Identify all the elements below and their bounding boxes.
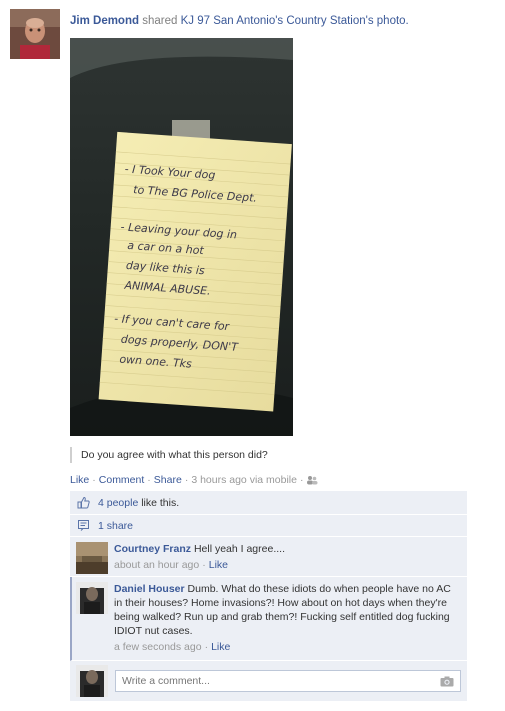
separator-dot: · (92, 474, 96, 486)
shares-link[interactable]: 1 share (98, 520, 133, 532)
comment-author-link[interactable]: Daniel Houser (114, 583, 185, 595)
commenter-avatar[interactable] (76, 582, 108, 614)
comment-link[interactable]: Comment (99, 474, 145, 486)
like-link[interactable]: Like (70, 474, 89, 486)
comment-timestamp[interactable]: about an hour ago (114, 559, 199, 571)
story-verb: shared (142, 15, 178, 27)
story-actor-avatar[interactable] (10, 9, 60, 59)
comment-input[interactable]: Write a comment... (115, 670, 461, 692)
comment-item: Courtney Franz Hell yeah I agree.... abo… (70, 537, 467, 577)
separator-dot: · (299, 474, 304, 486)
separator-dot: · (202, 559, 206, 571)
comment-input-placeholder: Write a comment... (122, 675, 210, 687)
likes-row: 4 people like this. (70, 491, 467, 515)
story-header: Jim Demond shared KJ 97 San Antonio's Co… (70, 14, 409, 28)
comment-item: Daniel Houser Dumb. What do these idiots… (70, 577, 467, 661)
feedback-box: 4 people like this. 1 share Courtney Fra… (70, 491, 467, 701)
share-icon (76, 519, 90, 533)
audience-friends-icon[interactable] (306, 475, 318, 485)
photo-caption: Do you agree with what this person did? (70, 447, 268, 463)
story-object-link[interactable]: 's photo. (366, 15, 409, 27)
story-timestamp[interactable]: 3 hours ago via mobile (191, 474, 297, 486)
separator-dot: · (147, 474, 151, 486)
comment-composer: Write a comment... (70, 661, 467, 701)
likers-link[interactable]: 4 people (98, 497, 138, 509)
comment-text: Hell yeah I agree.... (193, 543, 285, 555)
separator-dot: · (184, 474, 189, 486)
comment-timestamp[interactable]: a few seconds ago (114, 641, 202, 653)
shares-row: 1 share (70, 515, 467, 537)
story-actions: Like · Comment · Share · 3 hours ago via… (70, 474, 318, 486)
commenter-avatar[interactable] (76, 542, 108, 574)
separator-dot: · (204, 641, 209, 653)
story-actor-link[interactable]: Jim Demond (70, 15, 139, 27)
comment-like-link[interactable]: Like (209, 559, 228, 571)
shared-photo[interactable]: - I Took Your dog to The BG Police Dept.… (70, 38, 293, 436)
comment-author-link[interactable]: Courtney Franz (114, 543, 191, 555)
story-page-link[interactable]: KJ 97 San Antonio's Country Station (181, 15, 366, 27)
share-link[interactable]: Share (154, 474, 182, 486)
comment-like-link[interactable]: Like (211, 641, 230, 653)
camera-icon[interactable] (440, 676, 454, 687)
likes-suffix: like this. (138, 496, 180, 509)
viewer-avatar[interactable] (76, 665, 108, 697)
thumbs-up-icon (76, 496, 90, 510)
